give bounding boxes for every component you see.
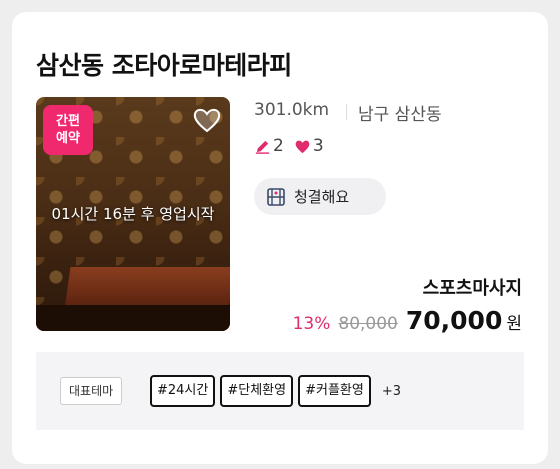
- tag-item[interactable]: #24시간: [150, 375, 216, 407]
- heart-outline-icon: [193, 108, 221, 133]
- badge-line1: 간편: [56, 114, 80, 129]
- more-tags[interactable]: +3: [382, 384, 401, 399]
- price-row: 13% 80,000 70,000 원: [293, 306, 522, 335]
- shop-thumbnail[interactable]: 간편 예약 01시간 16분 후 영업시작: [36, 97, 230, 331]
- tag-list: #24시간 #단체환영 #커플환영 +3: [150, 375, 401, 407]
- currency-unit: 원: [506, 314, 522, 334]
- tag-item[interactable]: #커플환영: [298, 375, 371, 407]
- pencil-icon: [255, 140, 270, 154]
- quick-booking-badge: 간편 예약: [43, 105, 93, 155]
- distance-text: 301.0km: [254, 100, 330, 120]
- heart-icon: [295, 140, 310, 153]
- like-count: 3: [312, 136, 324, 156]
- tag-item[interactable]: #단체환영: [220, 375, 294, 407]
- theme-label: 대표테마: [60, 377, 123, 405]
- favorite-button[interactable]: [192, 105, 222, 135]
- open-time-text: 01시간 16분 후 영업시작: [51, 205, 215, 223]
- clean-icon: [267, 187, 285, 206]
- shop-name: 삼산동 조타아로마테라피: [36, 51, 292, 80]
- category-text: 스포츠마사지: [422, 278, 522, 299]
- theme-tags-box: 대표테마 #24시간 #단체환영 #커플환영 +3: [36, 352, 524, 430]
- area-text: 남구 삼산동: [358, 105, 442, 125]
- stats-row: 2 3: [254, 136, 324, 156]
- badge-line2: 예약: [56, 131, 80, 146]
- shop-card[interactable]: 삼산동 조타아로마테라피 간편 예약 01시간 16분 후 영업시작 301.0…: [12, 12, 548, 464]
- original-price: 80,000: [338, 314, 398, 334]
- clean-label: 청결해요: [294, 188, 350, 206]
- final-price: 70,000: [405, 306, 503, 335]
- discount-rate: 13%: [292, 314, 331, 334]
- thumbnail-floor-graphic: [36, 305, 230, 331]
- review-count: 2: [273, 136, 284, 156]
- info-divider: [346, 104, 347, 120]
- clean-badge: 청결해요: [254, 178, 386, 215]
